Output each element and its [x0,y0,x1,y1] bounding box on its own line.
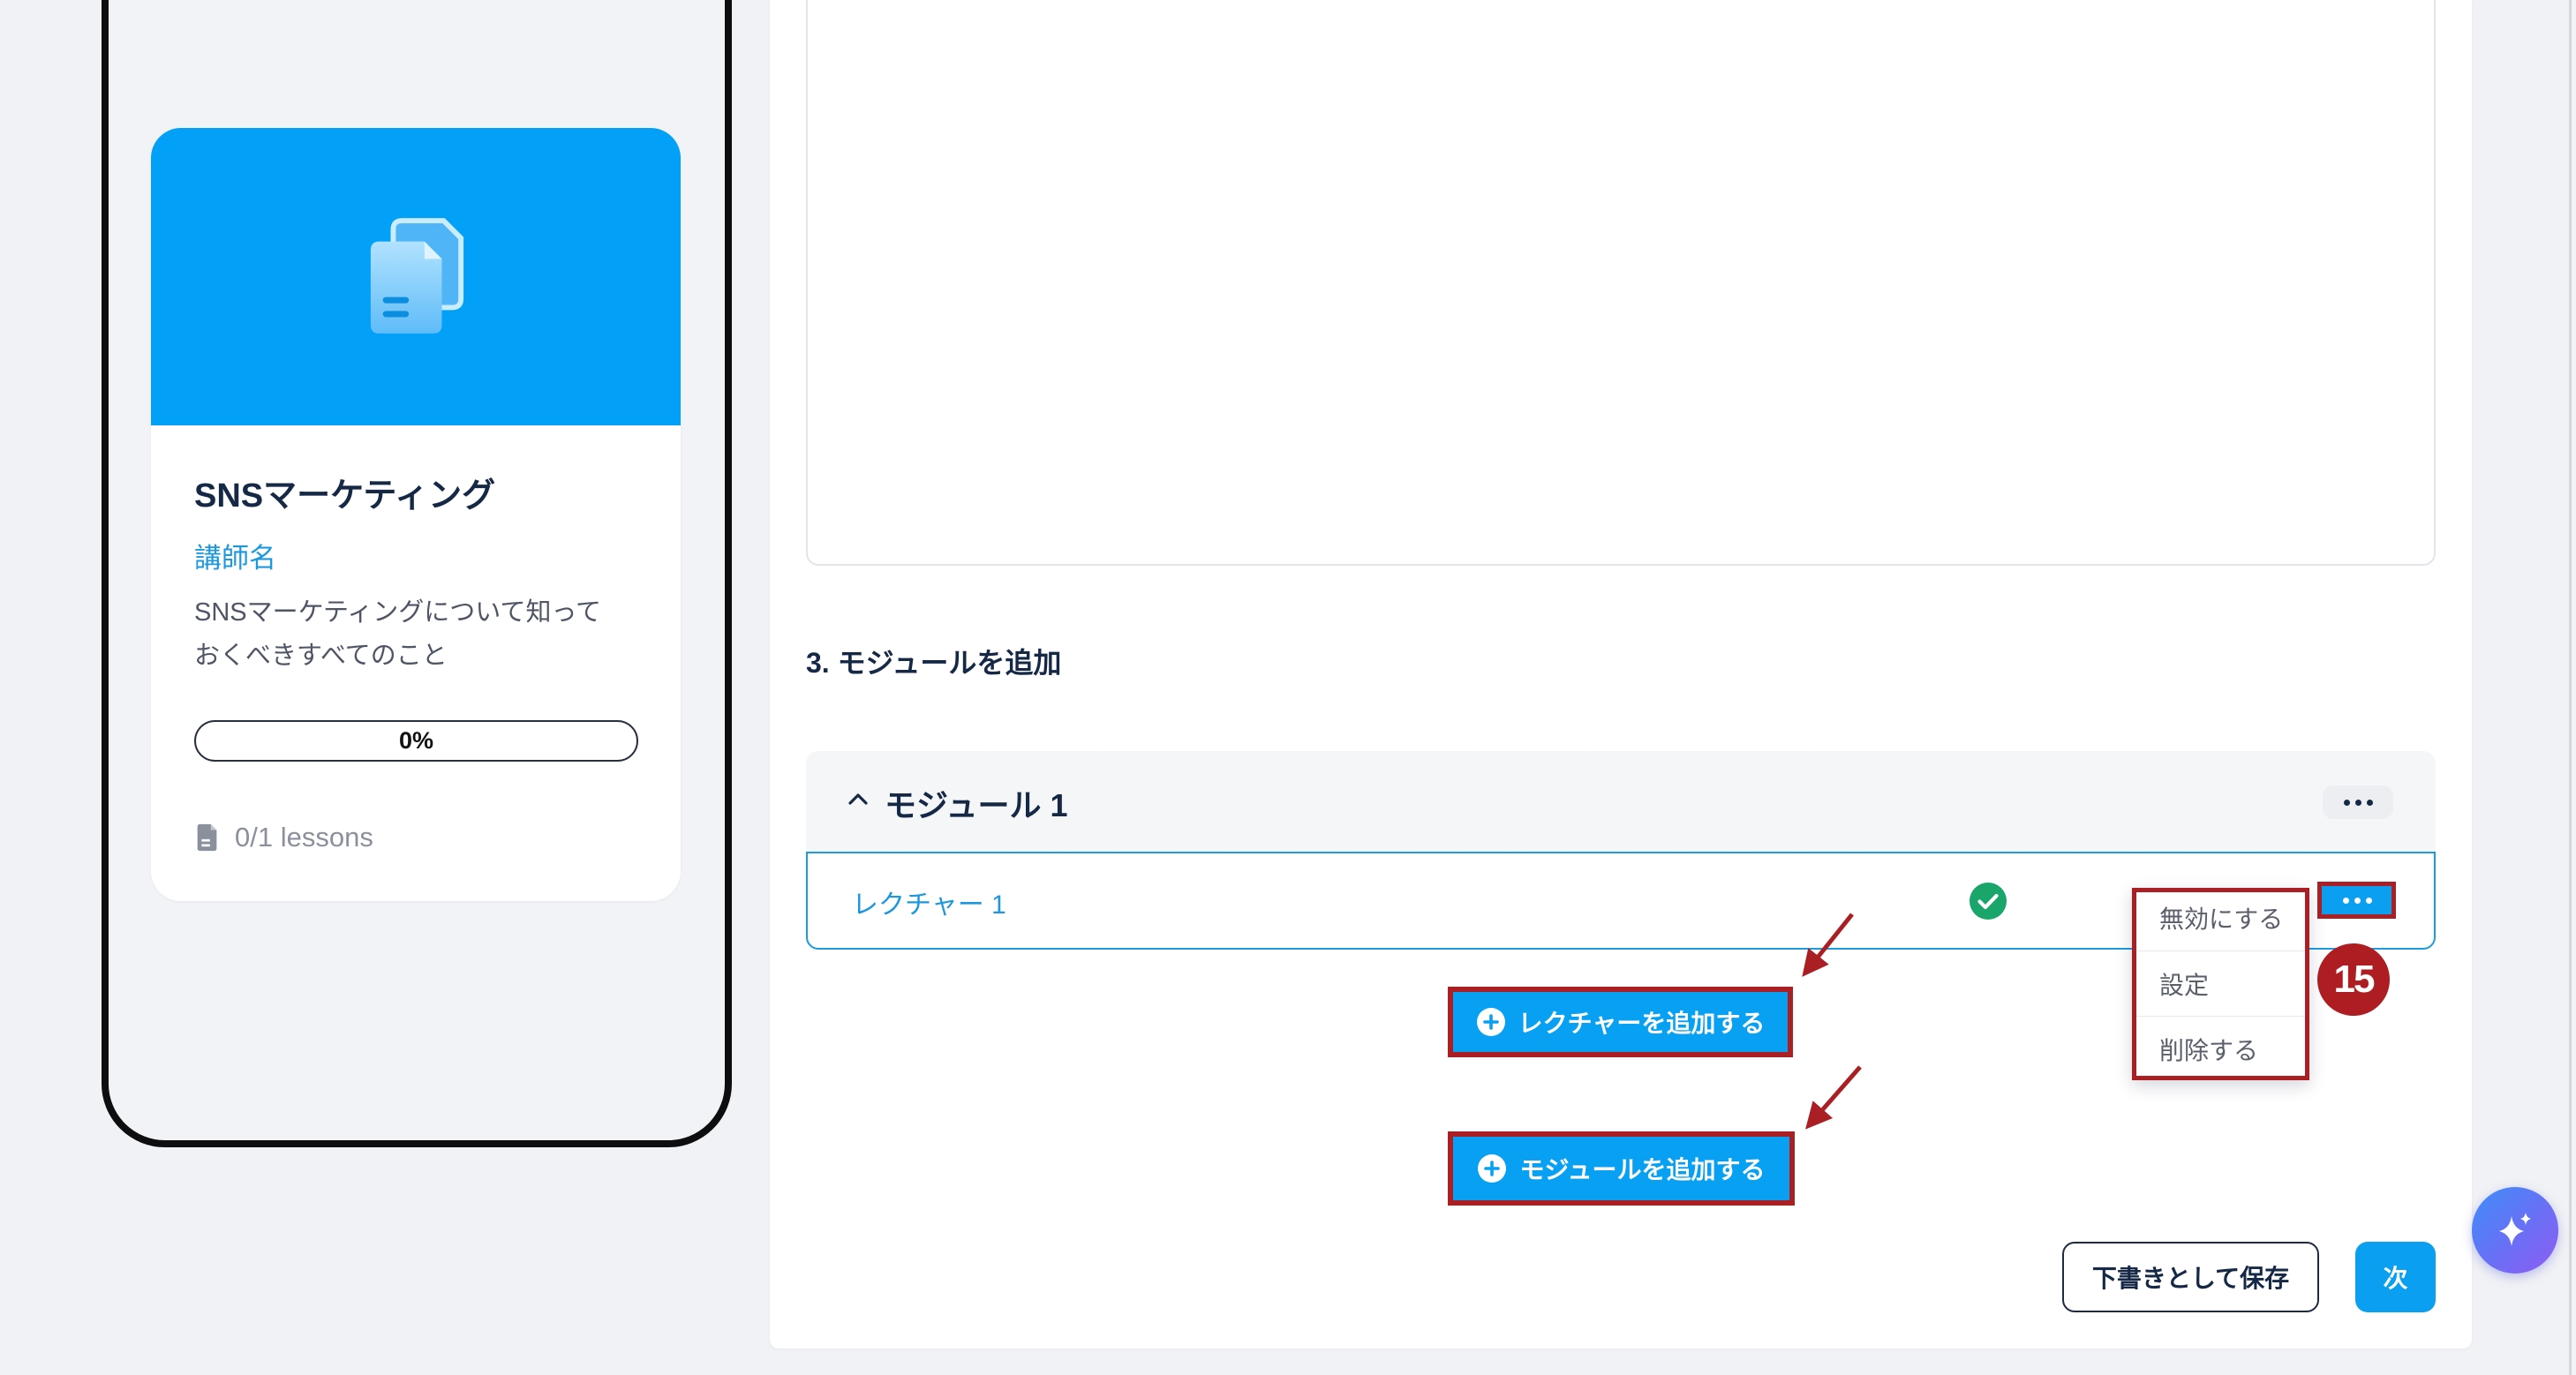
context-menu-list: 無効にする 設定 削除する [2136,892,2305,1076]
module-more-button[interactable] [2323,785,2393,819]
chevron-up-icon[interactable] [847,788,870,809]
save-draft-button[interactable]: 下書きとして保存 [2062,1242,2319,1312]
lecture-context-menu: 無効にする 設定 削除する [2132,888,2309,1080]
check-circle-icon [1970,883,2007,920]
course-description-line: SNSマーケティングについて知って [194,598,601,627]
ai-assistant-button[interactable] [2472,1187,2558,1274]
course-card-hero [151,128,681,425]
more-horizontal-icon [2354,799,2361,806]
lesson-count-label: 0/1 lessons [235,822,373,853]
next-button[interactable]: 次 [2355,1242,2436,1312]
lesson-count: 0/1 lessons [194,822,373,853]
document-stack-icon [370,218,464,334]
add-lecture-button[interactable]: レクチャーを追加する [1448,987,1793,1057]
document-icon [197,823,217,852]
module-title: モジュール 1 [885,787,1068,823]
window-edge [2569,0,2572,1375]
add-module-label: モジュールを追加する [1519,1156,1766,1183]
more-horizontal-icon [2343,799,2350,806]
section-heading: 3. モジュールを追加 [806,647,1062,679]
add-module-button[interactable]: モジュールを追加する [1448,1131,1795,1206]
annotation-step-badge: 15 [2317,943,2390,1016]
annotation-highlight-box [2317,882,2396,919]
lecture-title[interactable]: レクチャー 1 [852,883,1006,921]
plus-circle-icon [1478,1154,1507,1183]
more-horizontal-icon [2366,799,2373,806]
instructor-name[interactable]: 講師名 [194,536,276,575]
course-title: SNSマーケティング [194,477,496,515]
description-editor[interactable] [806,0,2436,566]
menu-item-settings[interactable]: 設定 [2136,950,2305,1016]
menu-item-disable[interactable]: 無効にする [2136,892,2305,950]
sparkle-icon [2499,1213,2531,1246]
course-progress-label: 0% [398,727,434,754]
course-description: SNSマーケティングについて知って おくべきすべてのこと [194,591,601,678]
plus-circle-icon [1476,1008,1505,1036]
add-lecture-label: レクチャーを追加する [1518,1010,1766,1037]
course-progress-bar: 0% [194,720,638,762]
course-card[interactable]: SNSマーケティング 講師名 SNSマーケティングについて知って おくべきすべて… [151,128,681,901]
menu-item-delete[interactable]: 削除する [2136,1016,2305,1076]
course-description-line: おくべきすべてのこと [194,642,448,670]
module-header[interactable]: モジュール 1 [806,751,2436,852]
